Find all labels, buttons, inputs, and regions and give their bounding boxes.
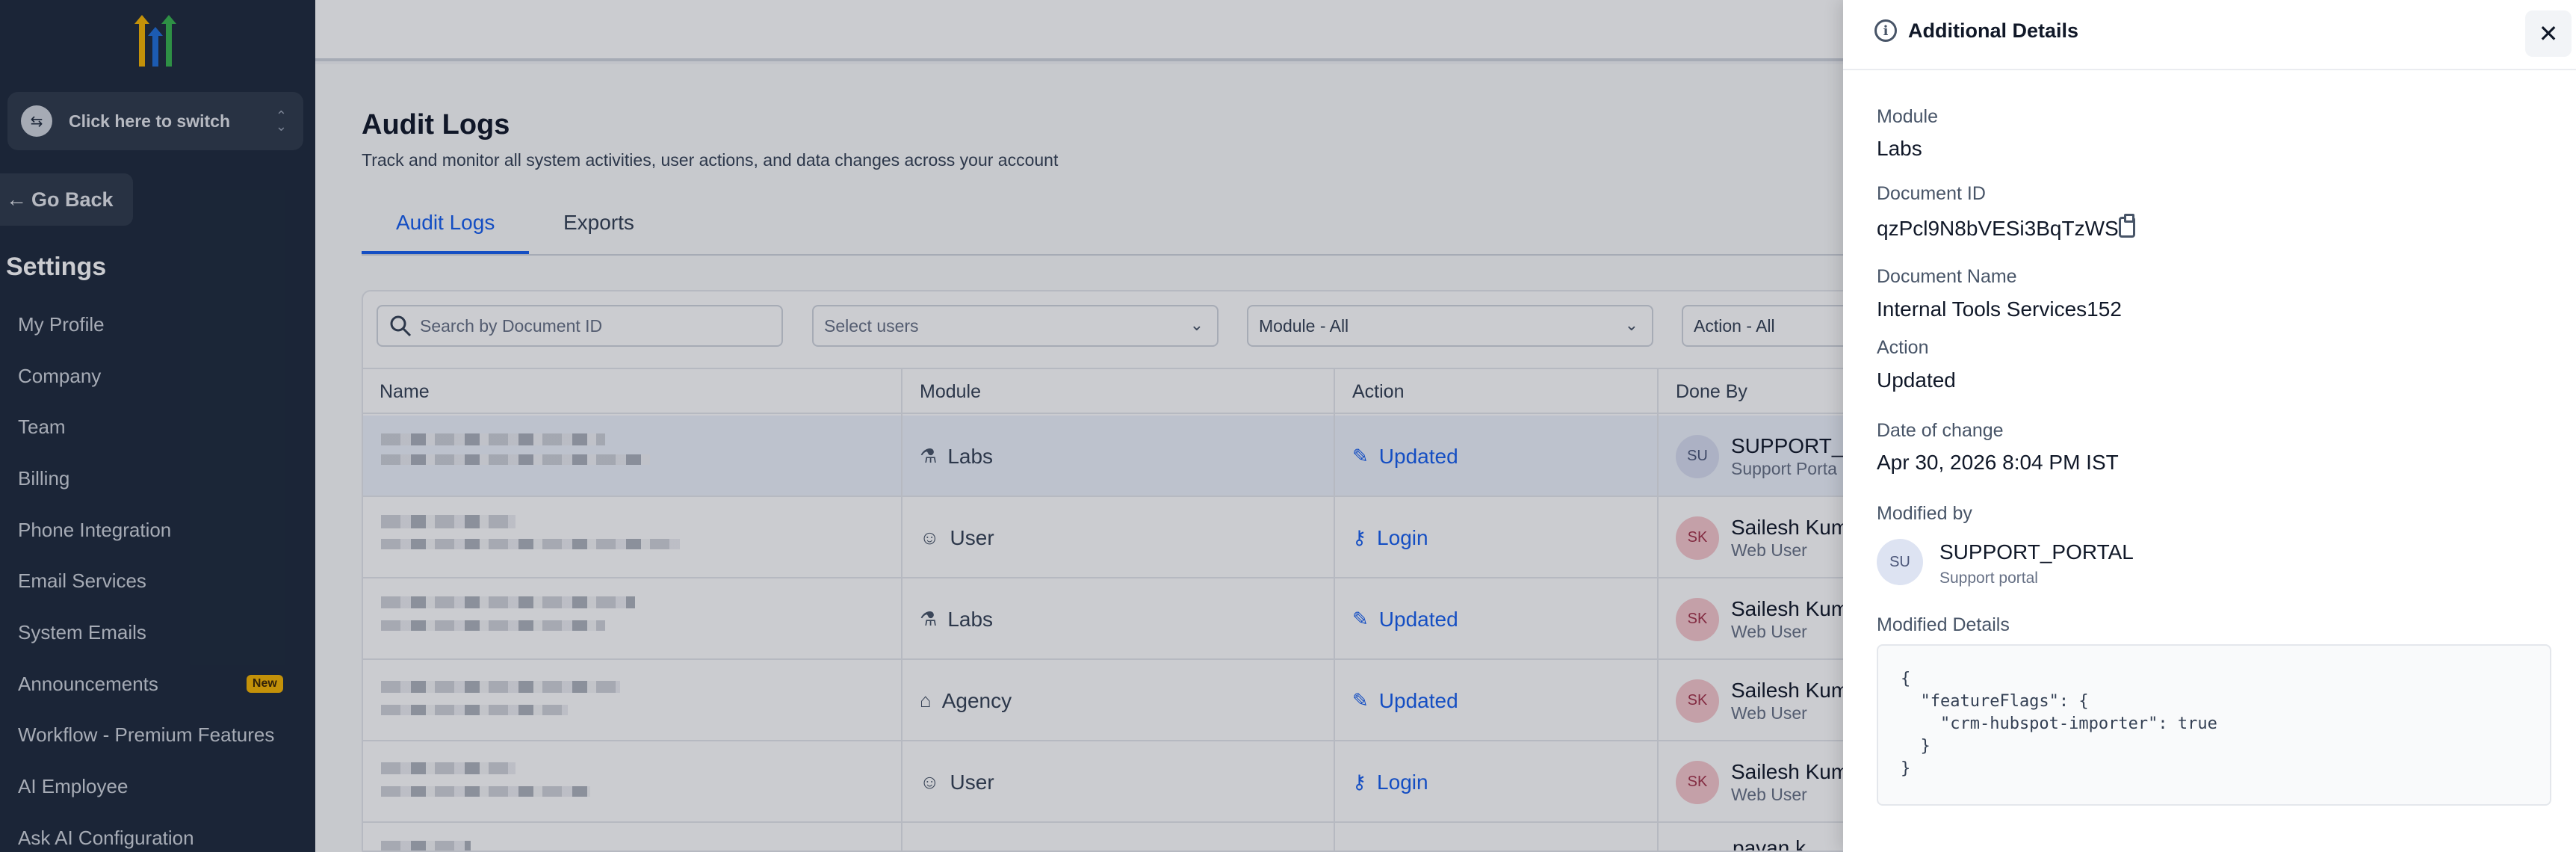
modified-by-name: SUPPORT_PORTAL xyxy=(1939,540,2134,564)
module-field-label: Module xyxy=(1877,106,1938,127)
action-field-label: Action xyxy=(1877,337,1929,358)
avatar: SU xyxy=(1877,539,1923,585)
close-button[interactable]: ✕ xyxy=(2525,10,2572,57)
modified-details-code: { "featureFlags": { "crm-hubspot-importe… xyxy=(1901,670,2217,778)
document-id-value: qzPcl9N8bVESi3BqTzWS xyxy=(1877,217,2119,240)
module-field-value: Labs xyxy=(1877,137,1922,160)
modal-backdrop[interactable] xyxy=(0,0,1843,852)
modified-by-role: Support portal xyxy=(1939,569,2038,587)
action-field-value: Updated xyxy=(1877,368,1956,392)
date-label: Date of change xyxy=(1877,420,2004,441)
info-icon: i xyxy=(1874,19,1897,42)
modified-details-label: Modified Details xyxy=(1877,614,2010,635)
date-value: Apr 30, 2026 8:04 PM IST xyxy=(1877,451,2119,474)
modified-by-label: Modified by xyxy=(1877,503,1972,524)
copy-icon[interactable] xyxy=(2119,214,2135,238)
document-name-label: Document Name xyxy=(1877,266,2017,287)
document-id-label: Document ID xyxy=(1877,183,1986,204)
document-name-value: Internal Tools Services152 xyxy=(1877,297,2122,321)
details-title: Additional Details xyxy=(1908,19,2079,42)
modified-details-code-block: { "featureFlags": { "crm-hubspot-importe… xyxy=(1877,644,2551,806)
details-header: i Additional Details ✕ xyxy=(1843,0,2576,70)
close-icon: ✕ xyxy=(2538,20,2559,47)
